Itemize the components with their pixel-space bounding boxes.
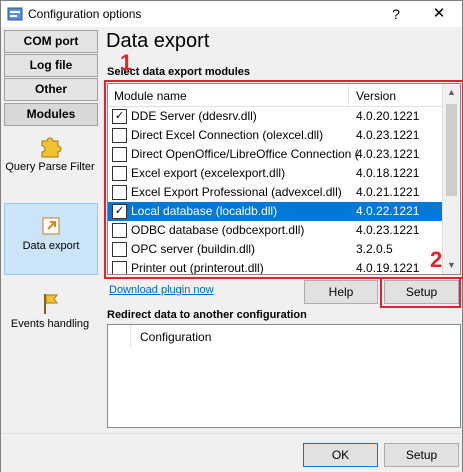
app-icon bbox=[7, 7, 23, 21]
sidebar-item-label: Data export bbox=[22, 240, 80, 252]
ok-button[interactable]: OK bbox=[303, 443, 378, 467]
nav-modules[interactable]: Modules bbox=[4, 103, 98, 126]
footer-bar: OK Setup bbox=[1, 433, 462, 472]
highlight-box-modules bbox=[104, 80, 463, 279]
help-title-button[interactable]: ? bbox=[385, 4, 407, 24]
nav-other[interactable]: Other bbox=[4, 78, 98, 101]
sidebar-item-events-handling[interactable]: Events handling bbox=[4, 290, 96, 350]
redirect-list[interactable]: Configuration bbox=[107, 324, 461, 428]
puzzle-icon bbox=[41, 137, 62, 158]
footer-setup-button[interactable]: Setup bbox=[384, 443, 459, 467]
title-bar: Configuration options ? ✕ bbox=[1, 1, 462, 27]
sidebar-item-data-export[interactable]: Data export bbox=[4, 203, 98, 275]
sidebar-item-label: Events handling bbox=[10, 318, 90, 330]
nav-com-port[interactable]: COM port bbox=[4, 30, 98, 53]
redirect-label: Redirect data to another configuration bbox=[107, 309, 307, 321]
close-button[interactable]: ✕ bbox=[427, 4, 451, 24]
sidebar-item-label: Query Parse Filter bbox=[5, 161, 95, 173]
sidebar: COM port Log file Other Modules Query Pa… bbox=[1, 28, 101, 433]
marker-1: 1 bbox=[120, 50, 133, 75]
help-button[interactable]: Help bbox=[304, 280, 378, 304]
highlight-box-setup bbox=[380, 277, 461, 308]
marker-2: 2 bbox=[430, 247, 443, 272]
window-title: Configuration options bbox=[28, 7, 142, 21]
flag-icon bbox=[44, 294, 58, 314]
nav-log-file[interactable]: Log file bbox=[4, 54, 98, 77]
download-plugin-link[interactable]: Download plugin now bbox=[109, 284, 214, 296]
column-configuration[interactable]: Configuration bbox=[140, 330, 211, 344]
configuration-window: Configuration options ? ✕ COM port Log f… bbox=[0, 0, 463, 472]
column-separator bbox=[130, 325, 131, 347]
export-icon bbox=[42, 217, 60, 235]
main-panel: Data export Select data export modules M… bbox=[102, 28, 463, 433]
sidebar-item-query-parse-filter[interactable]: Query Parse Filter bbox=[4, 133, 96, 197]
